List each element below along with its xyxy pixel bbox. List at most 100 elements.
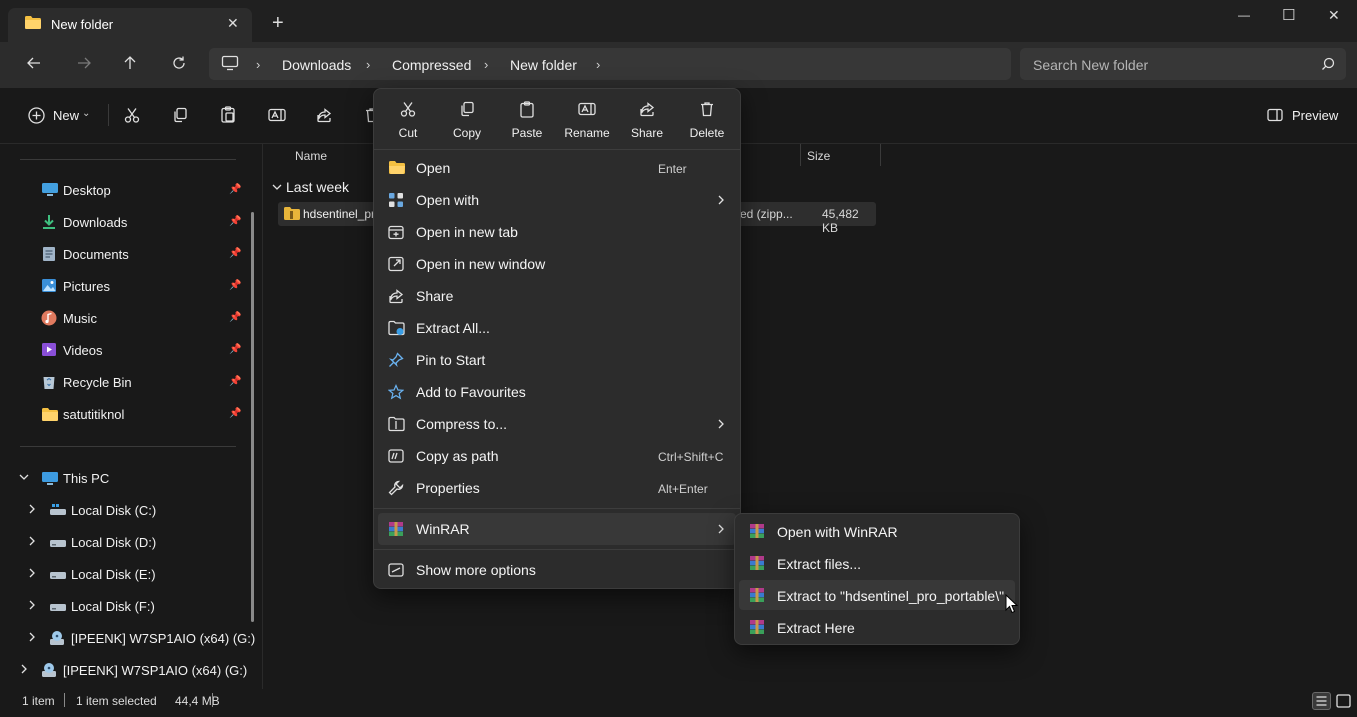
pin-icon[interactable]: 📌 xyxy=(229,216,241,227)
paste-icon[interactable] xyxy=(220,106,236,123)
pin-icon[interactable]: 📌 xyxy=(229,344,241,355)
preview-button[interactable]: Preview xyxy=(1292,108,1338,123)
chevron-right-icon[interactable] xyxy=(26,631,38,643)
chevron-right-icon[interactable] xyxy=(18,663,30,675)
chevron-down-icon[interactable] xyxy=(18,471,30,483)
minimize-button[interactable]: — xyxy=(1238,8,1250,22)
details-view-button[interactable] xyxy=(1312,692,1331,710)
this-pc-icon xyxy=(221,55,239,71)
sidebar-item-label: Pictures xyxy=(63,279,110,294)
sidebar-item-music[interactable]: Music 📌 xyxy=(0,303,262,333)
sidebar-item-videos[interactable]: Videos 📌 xyxy=(0,335,262,365)
music-icon xyxy=(41,310,57,326)
new-plus-icon[interactable] xyxy=(28,107,45,124)
refresh-icon[interactable] xyxy=(171,55,187,71)
new-tab-icon xyxy=(388,224,404,240)
sidebar-item-drive-c[interactable]: Local Disk (C:) xyxy=(0,495,262,525)
context-paste-button[interactable]: Paste xyxy=(497,101,557,149)
back-arrow-icon[interactable] xyxy=(26,55,42,71)
pin-icon[interactable]: 📌 xyxy=(229,408,241,419)
up-arrow-icon[interactable] xyxy=(122,55,138,71)
chevron-right-icon[interactable] xyxy=(26,567,38,579)
new-button[interactable]: New xyxy=(53,108,79,123)
file-type: ed (zipp... xyxy=(740,207,793,221)
sidebar-item-pictures[interactable]: Pictures 📌 xyxy=(0,271,262,301)
menu-item-pin-to-start[interactable]: Pin to Start xyxy=(378,344,736,376)
submenu-item-extract-to-folder[interactable]: Extract to "hdsentinel_pro_portable\" xyxy=(739,580,1015,610)
menu-item-compress-to[interactable]: Compress to... xyxy=(378,408,736,440)
pin-icon[interactable]: 📌 xyxy=(229,280,241,291)
context-rename-button[interactable]: Rename xyxy=(557,101,617,149)
preview-pane-icon[interactable] xyxy=(1267,108,1283,122)
menu-item-properties[interactable]: Properties Alt+Enter xyxy=(378,472,736,504)
context-copy-button[interactable]: Copy xyxy=(437,101,497,149)
group-header[interactable]: Last week xyxy=(286,179,349,195)
menu-item-shortcut: Enter xyxy=(658,162,687,176)
new-tab-button[interactable]: + xyxy=(272,12,284,35)
column-header-size[interactable]: Size xyxy=(807,149,830,163)
context-share-button[interactable]: Share xyxy=(617,101,677,149)
menu-item-open-with[interactable]: Open with xyxy=(378,184,736,216)
close-window-button[interactable]: ✕ xyxy=(1328,7,1340,24)
menu-item-add-to-favourites[interactable]: Add to Favourites xyxy=(378,376,736,408)
submenu-item-open-with-winrar[interactable]: Open with WinRAR xyxy=(739,516,1015,546)
divider xyxy=(20,446,236,447)
sidebar-item-satutitiknol[interactable]: satutitiknol 📌 xyxy=(0,399,262,429)
pin-icon[interactable]: 📌 xyxy=(229,248,241,259)
sidebar-item-drive-g[interactable]: [IPEENK] W7SP1AIO (x64) (G:) xyxy=(0,623,262,653)
sidebar-item-root-drive-g[interactable]: [IPEENK] W7SP1AIO (x64) (G:) xyxy=(0,655,262,685)
sidebar-item-downloads[interactable]: Downloads 📌 xyxy=(0,207,262,237)
pin-icon[interactable]: 📌 xyxy=(229,376,241,387)
sidebar-item-desktop[interactable]: Desktop 📌 xyxy=(0,175,262,205)
chevron-right-icon[interactable] xyxy=(26,503,38,515)
tiles-view-button[interactable] xyxy=(1334,692,1353,710)
chevron-down-icon[interactable] xyxy=(271,181,283,193)
forward-arrow-icon[interactable] xyxy=(76,55,92,71)
tab-new-folder[interactable] xyxy=(8,8,252,42)
context-delete-button[interactable]: Delete xyxy=(677,101,737,149)
sidebar-item-recycle-bin[interactable]: Recycle Bin 📌 xyxy=(0,367,262,397)
context-cut-button[interactable]: Cut xyxy=(378,101,438,149)
sidebar-item-drive-f[interactable]: Local Disk (F:) xyxy=(0,591,262,621)
menu-item-extract-all[interactable]: Extract All... xyxy=(378,312,736,344)
menu-item-share[interactable]: Share xyxy=(378,280,736,312)
menu-item-open-in-new-tab[interactable]: Open in new tab xyxy=(378,216,736,248)
menu-item-open-in-new-window[interactable]: Open in new window xyxy=(378,248,736,280)
menu-item-copy-as-path[interactable]: Copy as path Ctrl+Shift+C xyxy=(378,440,736,472)
chevron-right-icon[interactable]: › xyxy=(484,57,488,72)
column-divider[interactable] xyxy=(880,144,881,166)
menu-item-label: Open in new tab xyxy=(416,224,518,240)
copy-icon[interactable] xyxy=(172,107,188,123)
chevron-right-icon[interactable]: › xyxy=(596,57,600,72)
submenu-item-extract-files[interactable]: Extract files... xyxy=(739,548,1015,578)
divider xyxy=(374,508,740,509)
column-divider[interactable] xyxy=(800,144,801,166)
cut-icon[interactable] xyxy=(124,107,140,123)
menu-item-open[interactable]: Open Enter xyxy=(378,152,736,184)
chevron-right-icon xyxy=(716,418,726,430)
share-icon[interactable] xyxy=(316,107,332,123)
sidebar-item-drive-d[interactable]: Local Disk (D:) xyxy=(0,527,262,557)
winrar-submenu: Open with WinRAR Extract files... Extrac… xyxy=(734,513,1020,645)
chevron-right-icon[interactable]: › xyxy=(256,57,260,72)
submenu-item-extract-here[interactable]: Extract Here xyxy=(739,612,1015,642)
pin-icon[interactable]: 📌 xyxy=(229,312,241,323)
pin-icon[interactable]: 📌 xyxy=(229,184,241,195)
chevron-down-icon[interactable]: ⌄ xyxy=(82,108,90,119)
sidebar-item-this-pc[interactable]: This PC xyxy=(0,463,262,493)
breadcrumb-compressed[interactable]: Compressed xyxy=(392,57,471,73)
rename-icon[interactable] xyxy=(268,107,286,123)
menu-item-winrar[interactable]: WinRAR xyxy=(378,513,736,545)
breadcrumb-downloads[interactable]: Downloads xyxy=(282,57,351,73)
column-header-name[interactable]: Name xyxy=(295,149,327,163)
sidebar-item-drive-e[interactable]: Local Disk (E:) xyxy=(0,559,262,589)
chevron-right-icon[interactable] xyxy=(26,535,38,547)
search-icon[interactable] xyxy=(1321,57,1335,71)
sidebar-item-documents[interactable]: Documents 📌 xyxy=(0,239,262,269)
menu-item-show-more-options[interactable]: Show more options xyxy=(378,554,736,586)
chevron-right-icon[interactable] xyxy=(26,599,38,611)
breadcrumb-new-folder[interactable]: New folder xyxy=(510,57,577,73)
maximize-button[interactable]: ☐ xyxy=(1282,6,1295,24)
chevron-right-icon[interactable]: › xyxy=(366,57,370,72)
close-tab-icon[interactable]: ✕ xyxy=(227,15,239,32)
